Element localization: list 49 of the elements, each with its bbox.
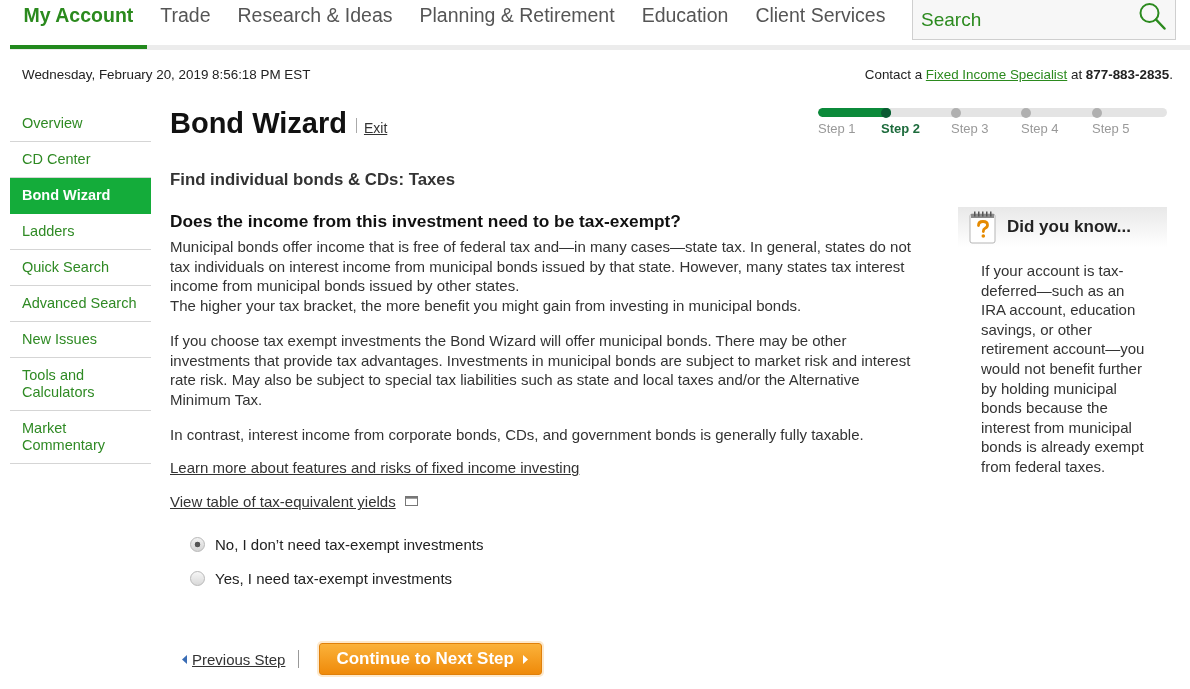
page-title: Bond Wizard [170, 106, 347, 140]
info-link[interactable]: Learn more about features and risks of fixed income investing [170, 458, 580, 479]
sidebar-item[interactable]: Overview [10, 106, 151, 142]
step-label: Step 3 [951, 121, 989, 136]
step-label: Step 1 [818, 121, 856, 136]
sidebar-item[interactable]: New Issues [10, 322, 151, 358]
nav-tab[interactable]: Client Services [741, 0, 899, 49]
question-heading: Does the income from this investment need to be tax-exempt? [170, 211, 682, 231]
step-dot-icon [1092, 107, 1102, 118]
sidebar-item[interactable]: Ladders [10, 214, 151, 250]
body-text: Municipal bonds offer income that is free of federal tax and—in many cases—state tax. In general, states do not tax individuals on interest income from municipal bonds issued by that state. However, many states tax interest income from municipal bonds issued by other states. [170, 237, 912, 297]
nav-tab[interactable]: Trade [146, 0, 224, 49]
sidebar-item[interactable]: Tools and Calculators [10, 358, 151, 411]
nav-tab[interactable]: Education [628, 0, 742, 49]
step-dot-icon [881, 107, 891, 118]
body-text: If you choose tax exempt investments the Bond Wizard will offer municipal bonds. There may be other investments that provide tax advantages. Investments in municipal bonds are subject to market risk and interest rate risk. May also be subject to special tax liabilities such as state and local taxes and/or the Alternative Minimum Tax. [170, 330, 912, 410]
sidebar-item[interactable]: Market Commentary [10, 411, 151, 464]
nav-tab[interactable]: My Account [10, 0, 147, 49]
nav-tab[interactable]: Planning & Retirement [406, 0, 629, 49]
window-icon [404, 495, 418, 506]
specialist-link[interactable]: Fixed Income Specialist [925, 67, 1068, 82]
previous-step-link[interactable]: Previous Step [182, 650, 286, 668]
tip-title: Did you know... [1007, 217, 1132, 237]
option-label[interactable]: No, I don’t need tax-exempt investments [215, 535, 484, 553]
sidebar-item[interactable]: Advanced Search [10, 286, 151, 322]
option-label[interactable]: Yes, I need tax-exempt investments [215, 569, 453, 587]
info-link[interactable]: View table of tax-equivalent yields [170, 492, 396, 513]
section-heading: Find individual bonds & CDs: Taxes [170, 170, 456, 190]
sidebar-item[interactable]: Quick Search [10, 250, 151, 286]
caret-left-icon [182, 654, 187, 664]
contact-text: Contact a Fixed Income Specialist at 877-883-2835. [864, 67, 1173, 83]
exit-link[interactable]: Exit [363, 120, 388, 136]
step-label: Step 2 [881, 121, 920, 136]
nav-tab[interactable]: Research & Ideas [224, 0, 407, 49]
date-time-text: Wednesday, February 20, 2019 8:56:18 PM EST [22, 67, 311, 83]
sidebar-item[interactable]: Bond Wizard [10, 178, 151, 214]
step-label: Step 5 [1092, 121, 1130, 136]
radio-button[interactable] [190, 536, 205, 552]
radio-button[interactable] [190, 570, 205, 586]
step-label: Step 4 [1021, 121, 1059, 136]
body-text: In contrast, interest income from corporate bonds, CDs, and government bonds is generally fully taxable. [170, 424, 865, 445]
step-dot-icon [1021, 107, 1031, 118]
tip-text: If your account is tax-deferred—such as an IRA account, education savings, or other retirement account—you would not benefit further by holding municipal bonds because the interest from municipal bonds is already exempt from federal taxes. [980, 261, 1146, 477]
body-text: The higher your tax bracket, the more benefit you might gain from investing in municipal bonds. [170, 296, 803, 316]
caret-right-icon [522, 654, 528, 664]
search-field[interactable]: Search [912, 0, 1176, 40]
search-icon[interactable] [1138, 2, 1166, 30]
help-note-icon [968, 210, 998, 244]
step-dot-icon [951, 107, 961, 118]
